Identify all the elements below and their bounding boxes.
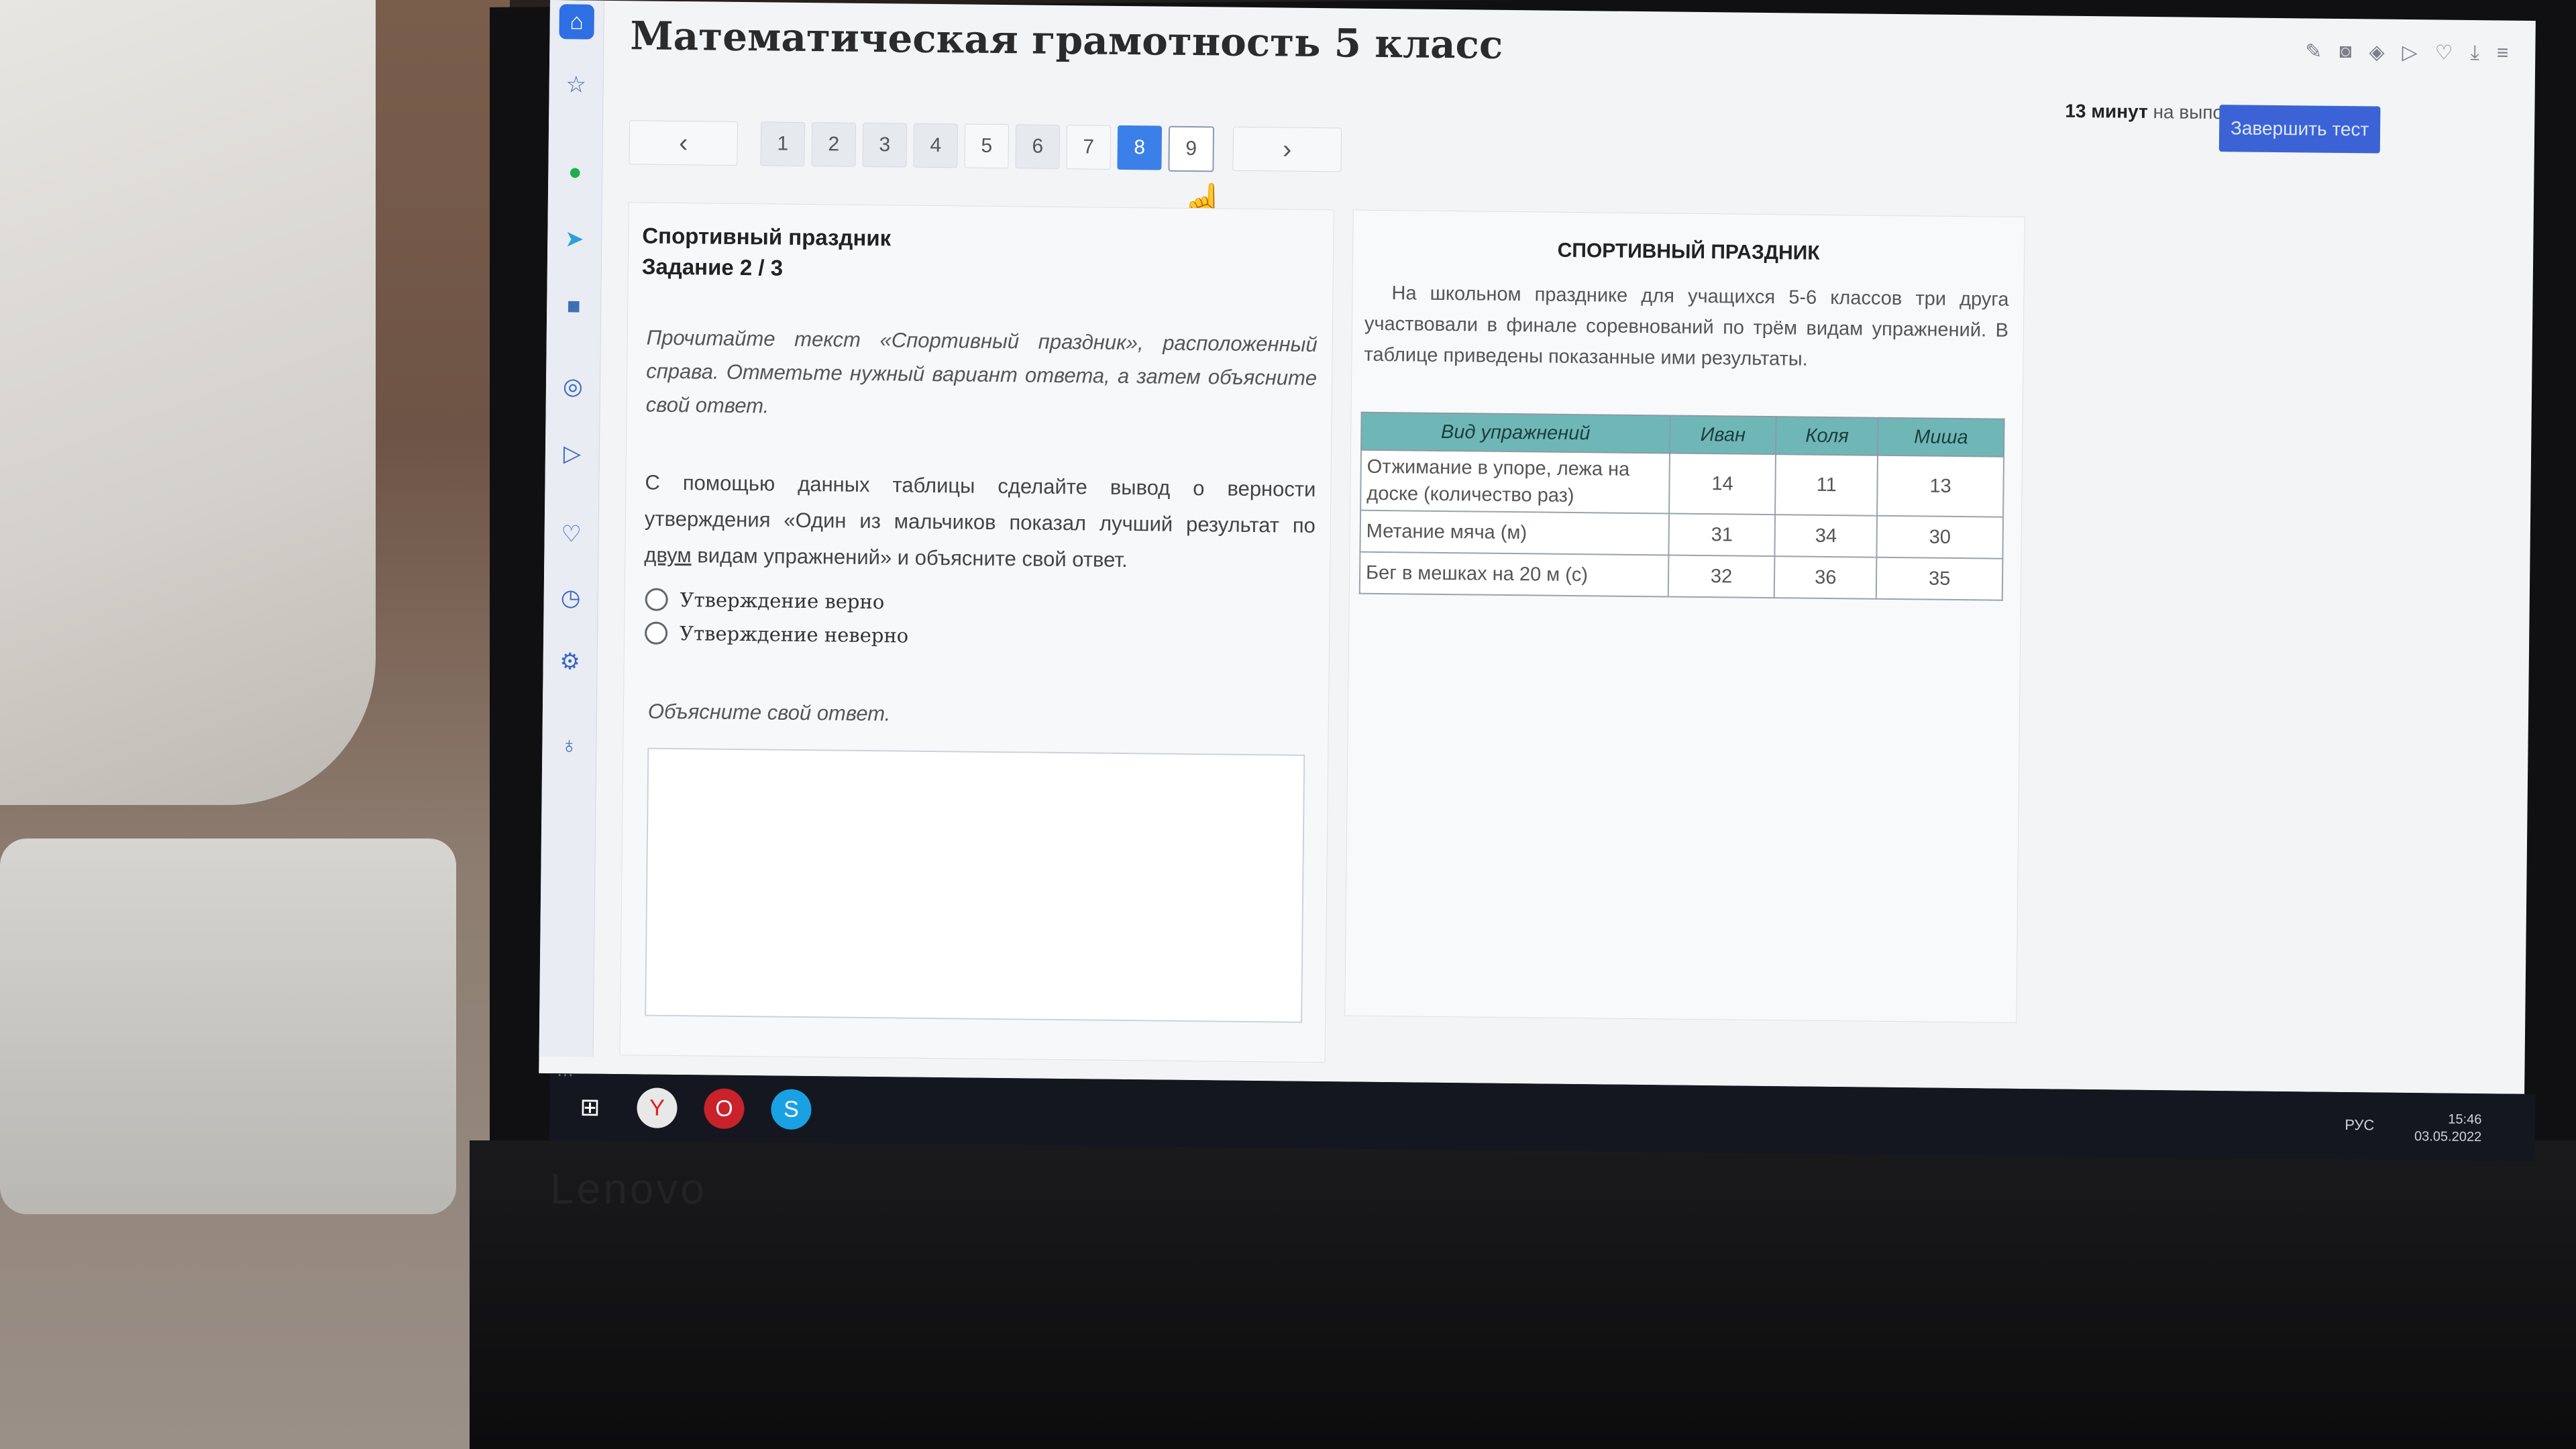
cell: 13: [1877, 455, 2004, 517]
clock-time: 15:46: [2448, 1112, 2482, 1128]
radio-true[interactable]: [645, 588, 668, 611]
vk-icon[interactable]: ■: [556, 288, 592, 324]
windows-start-icon[interactable]: ⊞: [570, 1087, 610, 1128]
task-name: Спортивный праздник: [642, 223, 892, 251]
task-instruction: Прочитайте текст «Спортивный праздник», …: [645, 325, 1318, 418]
cell: 32: [1668, 555, 1775, 598]
header-ivan: Иван: [1669, 415, 1776, 455]
cell: 31: [1668, 513, 1776, 557]
option-true[interactable]: Утверждение верно: [645, 588, 885, 614]
browser-toolbar: ✎ ◙ ◈ ▷ ♡ ⤓ ≡: [2305, 40, 2508, 65]
system-clock[interactable]: 15:46 03.05.2022: [2414, 1110, 2482, 1146]
clock-date: 03.05.2022: [2414, 1129, 2482, 1145]
table-header-row: Вид упражнений Иван Коля Миша: [1361, 412, 2004, 457]
laptop-base: [470, 1140, 2576, 1449]
table-row: Метание мяча (м) 31 34 30: [1360, 510, 2004, 559]
heart-icon[interactable]: ♡: [2434, 41, 2453, 64]
page-8[interactable]: 8: [1117, 125, 1163, 170]
opera-icon[interactable]: O: [704, 1088, 745, 1130]
browser-screen: ⌂ ☆ ● ➤ ■ ◎ ▷ ♡ ◷ ⚙ ♁ ✎ ◙ ◈ ▷ ♡ ⤓ ≡ Мате…: [539, 0, 2536, 1094]
yandex-browser-icon[interactable]: Y: [637, 1087, 678, 1128]
home-icon[interactable]: ⌂: [559, 4, 594, 40]
text-panel: СПОРТИВНЫЙ ПРАЗДНИК На школьном праздник…: [1344, 209, 2025, 1023]
option-false-label: Утверждение неверно: [679, 622, 909, 647]
text-title: СПОРТИВНЫЙ ПРАЗДНИК: [1557, 239, 1820, 264]
skype-icon[interactable]: S: [771, 1089, 812, 1130]
row-label: Метание мяча (м): [1360, 510, 1669, 555]
question-part-1: С помощью данных таблицы сделайте вывод …: [644, 470, 1316, 537]
player-icon[interactable]: ◎: [555, 369, 591, 405]
option-true-label: Утверждение верно: [680, 588, 885, 614]
next-page-button[interactable]: ›: [1232, 126, 1342, 172]
question-part-2: видам упражнений» и объясните свой ответ…: [691, 543, 1128, 572]
page-6[interactable]: 6: [1015, 124, 1061, 169]
menu-icon[interactable]: ≡: [2497, 42, 2509, 65]
page-9[interactable]: 9: [1168, 125, 1215, 172]
edit-icon[interactable]: ✎: [2305, 40, 2322, 63]
download-icon[interactable]: ⤓: [2470, 42, 2479, 65]
row-label: Отжимание в упоре, лежа на доске (количе…: [1360, 449, 1670, 514]
cell: 11: [1775, 454, 1878, 516]
whatsapp-icon[interactable]: ●: [557, 154, 593, 190]
cell: 30: [1876, 515, 2004, 559]
text-body: На школьном празднике для учащихся 5-6 к…: [1364, 282, 2009, 370]
camera-icon[interactable]: ◙: [2339, 40, 2351, 64]
gear-icon[interactable]: ⚙: [552, 644, 588, 680]
row-label: Бег в мешках на 20 м (с): [1359, 551, 1669, 597]
option-false[interactable]: Утверждение неверно: [644, 621, 909, 647]
timer-minutes: 13 минут: [2065, 100, 2148, 122]
cell: 14: [1668, 453, 1776, 515]
telegram-icon[interactable]: ➤: [557, 221, 592, 257]
page-4[interactable]: 4: [913, 123, 959, 168]
page-5[interactable]: 5: [964, 123, 1010, 169]
page-1[interactable]: 1: [760, 121, 806, 166]
paper-sheet: [0, 0, 376, 805]
language-indicator[interactable]: РУС: [2345, 1116, 2374, 1134]
shield-icon[interactable]: ◈: [2369, 40, 2384, 64]
more-icon[interactable]: ...: [557, 1059, 574, 1081]
star-icon[interactable]: ☆: [558, 67, 594, 103]
explain-label: Объясните свой ответ.: [647, 699, 891, 726]
page-3[interactable]: 3: [862, 122, 908, 168]
power-strip: [0, 839, 456, 1214]
cell: 36: [1774, 556, 1877, 599]
laptop-brand-logo: Lenovo: [550, 1165, 707, 1213]
table-row: Отжимание в упоре, лежа на доске (количе…: [1360, 449, 2004, 517]
finish-test-button[interactable]: Завершить тест: [2218, 105, 2381, 154]
prev-page-button[interactable]: ‹: [629, 120, 739, 166]
task-panel: Спортивный праздник Задание 2 / 3 Прочит…: [619, 202, 1334, 1063]
task-number: Задание 2 / 3: [641, 254, 784, 280]
history-icon[interactable]: ◷: [553, 580, 588, 616]
header-kolya: Коля: [1776, 417, 1878, 455]
cell: 34: [1774, 515, 1878, 557]
send-icon[interactable]: ▷: [555, 436, 590, 472]
results-table: Вид упражнений Иван Коля Миша Отжимание …: [1359, 412, 2005, 601]
bulb-icon[interactable]: ♁: [551, 728, 587, 763]
answer-textarea[interactable]: [645, 747, 1305, 1023]
page-2[interactable]: 2: [811, 122, 857, 167]
browser-sidebar: ⌂ ☆ ● ➤ ■ ◎ ▷ ♡ ◷ ⚙ ♁: [539, 0, 604, 1057]
cell: 35: [1876, 557, 2003, 600]
header-exercise: Вид упражнений: [1361, 412, 1670, 453]
task-question: С помощью данных таблицы сделайте вывод …: [644, 465, 1316, 580]
question-underlined: двум: [644, 543, 692, 568]
heart-icon[interactable]: ♡: [553, 517, 589, 552]
radio-false[interactable]: [644, 621, 668, 645]
page-7[interactable]: 7: [1066, 125, 1112, 170]
table-row: Бег в мешках на 20 м (с) 32 36 35: [1359, 551, 2003, 600]
page-title: Математическая грамотность 5 класс: [630, 13, 1503, 68]
play-icon[interactable]: ▷: [2402, 41, 2417, 64]
header-misha: Миша: [1878, 417, 2004, 457]
